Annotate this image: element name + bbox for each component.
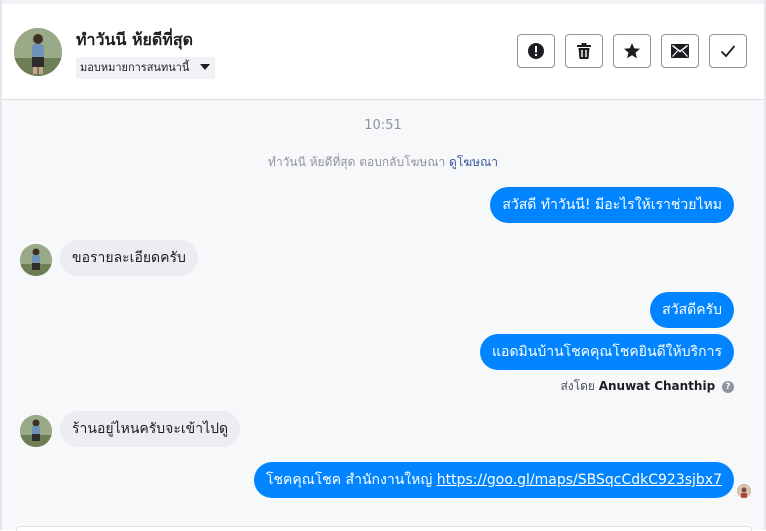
star-icon [624, 43, 640, 59]
message-text: สวัสดีครับ [662, 302, 722, 318]
conversation-header: ทำวันนี ห้ยดีที่สุด มอบหมายการสนทนานี้ [2, 4, 764, 100]
sender-avatar[interactable] [20, 415, 52, 447]
sender-avatar[interactable] [20, 244, 52, 276]
message-text: สวัสดี ทำวันนี! มีอะไรให้เราช่วยไหม [502, 197, 722, 213]
message-bubble-incoming: ร้านอยู่ไหนครับจะเข้าไปดู [60, 411, 241, 447]
seen-indicator-avatar [737, 484, 751, 498]
message-bubble-outgoing: สวัสดีครับ [650, 292, 734, 328]
message-bubble-outgoing: แอดมินบ้านโชคคุณโชคยินดีให้บริการ [480, 334, 734, 370]
contact-avatar[interactable] [14, 28, 62, 76]
star-button[interactable] [613, 34, 651, 68]
sent-by-name: Anuwat Chanthip [598, 379, 716, 393]
sent-by-label: ส่งโดย [560, 379, 595, 393]
message-text: โชคคุณโชค สำนักงานใหญ่ [265, 472, 437, 488]
mark-done-button[interactable] [709, 34, 747, 68]
message-text: ขอรายละเอียดครับ [72, 250, 186, 266]
mark-spam-button[interactable] [517, 34, 555, 68]
thread-timestamp: 10:51 [364, 118, 402, 133]
assign-label: มอบหมายการสนทนานี้ [80, 61, 190, 74]
message-bubble-incoming: ขอรายละเอียดครับ [60, 240, 198, 276]
caret-down-icon [200, 64, 211, 70]
assign-conversation-dropdown[interactable]: มอบหมายการสนทนานี้ [76, 57, 216, 79]
message-text: ร้านอยู่ไหนครับจะเข้าไปดู [72, 421, 229, 437]
check-icon [720, 45, 736, 58]
ad-reply-notice: ทำวันนี ห้ยดีที่สุด ตอบกลับโฆษณา ดูโฆษณา [2, 153, 764, 172]
view-ad-link[interactable]: ดูโฆษณา [449, 155, 498, 169]
composer-edge [16, 526, 752, 531]
message-text: แอดมินบ้านโชคคุณโชคยินดีให้บริการ [492, 344, 722, 360]
message-bubble-outgoing: โชคคุณโชค สำนักงานใหญ่ https://goo.gl/ma… [253, 462, 734, 498]
mail-icon [671, 44, 689, 58]
maps-link[interactable]: https://goo.gl/maps/SBSqcCdkC923sjbx7 [437, 472, 722, 488]
contact-name: ทำวันนี ห้ยดีที่สุด [76, 30, 193, 49]
delete-button[interactable] [565, 34, 603, 68]
ad-reply-text: ทำวันนี ห้ยดีที่สุด ตอบกลับโฆษณา [268, 155, 446, 169]
trash-icon [577, 43, 591, 59]
mark-unread-button[interactable] [661, 34, 699, 68]
message-thread: 10:51 ทำวันนี ห้ยดีที่สุด ตอบกลับโฆษณา ด… [2, 100, 764, 530]
spam-icon [528, 43, 544, 59]
message-bubble-outgoing: สวัสดี ทำวันนี! มีอะไรให้เราช่วยไหม [490, 187, 734, 223]
help-icon[interactable]: ? [722, 381, 734, 393]
sent-by-line: ส่งโดย Anuwat Chanthip ? [560, 377, 734, 396]
